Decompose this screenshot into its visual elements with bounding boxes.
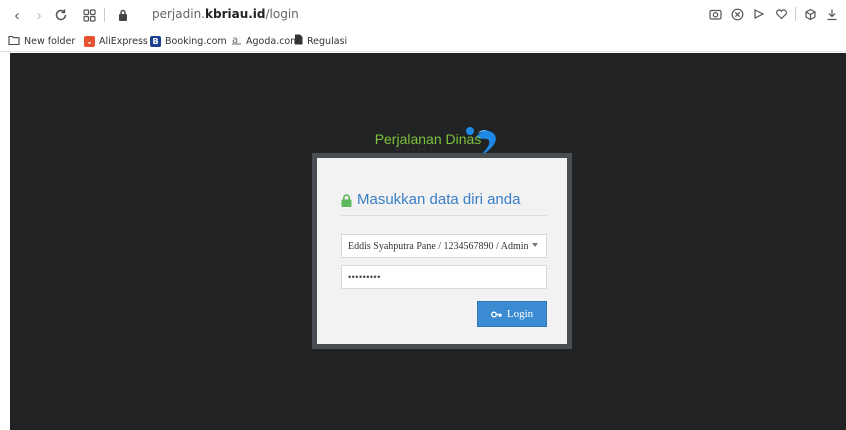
lock-icon[interactable] (114, 6, 132, 24)
login-heading: Masukkan data diri anda (357, 191, 521, 208)
send-icon[interactable] (751, 6, 767, 22)
extensions-icon[interactable] (802, 6, 818, 22)
user-select[interactable]: Eddis Syahputra Pane / 1234567890 / Admi… (341, 234, 547, 258)
bookmarks-bar: New folder ⌄ AliExpress B Booking.com a … (0, 30, 846, 52)
bookmark-label: New folder (24, 35, 76, 47)
heart-icon[interactable] (773, 6, 789, 22)
bookmark-aliexpress[interactable]: ⌄ AliExpress (84, 34, 148, 48)
password-value: ••••••••• (348, 272, 381, 282)
key-icon (490, 311, 502, 317)
bookmark-label: Regulasi (307, 35, 348, 47)
bookmark-label: AliExpress (99, 35, 148, 47)
app-title: Perjalanan Dinas (374, 131, 482, 147)
toolbar-divider (795, 7, 796, 21)
back-icon[interactable]: ‹ (8, 6, 26, 24)
url-domain: kbriau.id (205, 7, 266, 21)
bookmark-new-folder[interactable]: New folder (8, 34, 75, 48)
aliexpress-icon: ⌄ (84, 35, 95, 47)
toolbar-right-icons (707, 6, 840, 22)
toolbar-divider (104, 8, 105, 22)
login-button[interactable]: Login (477, 301, 547, 327)
login-card-header: Masukkan data diri anda (341, 192, 547, 216)
login-card: Masukkan data diri anda Eddis Syahputra … (317, 158, 567, 344)
user-select-value: Eddis Syahputra Pane / 1234567890 / Admi… (348, 240, 529, 252)
address-bar[interactable]: perjadin.kbriau.id/login (152, 7, 299, 21)
booking-icon: B (150, 35, 161, 47)
browser-toolbar: ‹ › perjadin.kbriau.id/login (0, 0, 846, 30)
camera-icon[interactable] (707, 6, 723, 22)
bookmark-label: Agoda.com (246, 35, 300, 47)
speed-dial-icon[interactable] (80, 6, 98, 24)
folder-icon (8, 35, 20, 48)
login-card-frame: Masukkan data diri anda Eddis Syahputra … (312, 153, 572, 349)
document-icon (294, 34, 303, 48)
password-field[interactable]: ••••••••• (341, 265, 547, 289)
bookmark-label: Booking.com (165, 35, 227, 47)
reload-icon[interactable] (52, 6, 70, 24)
url-path: /login (265, 7, 299, 21)
login-button-label: Login (506, 308, 534, 320)
agoda-icon: a (231, 34, 242, 48)
forward-icon[interactable]: › (30, 6, 48, 24)
bookmark-regulasi[interactable]: Regulasi (294, 34, 347, 48)
chevron-down-icon (532, 243, 538, 247)
lock-icon (341, 194, 352, 207)
bookmark-booking[interactable]: B Booking.com (150, 34, 227, 48)
download-icon[interactable] (824, 6, 840, 22)
login-page: KBRI Perjalanan Dinas Masukkan data diri… (10, 53, 846, 430)
adblock-icon[interactable] (729, 6, 745, 22)
url-prefix: perjadin. (152, 7, 205, 21)
bookmark-agoda[interactable]: a Agoda.com (231, 34, 300, 48)
